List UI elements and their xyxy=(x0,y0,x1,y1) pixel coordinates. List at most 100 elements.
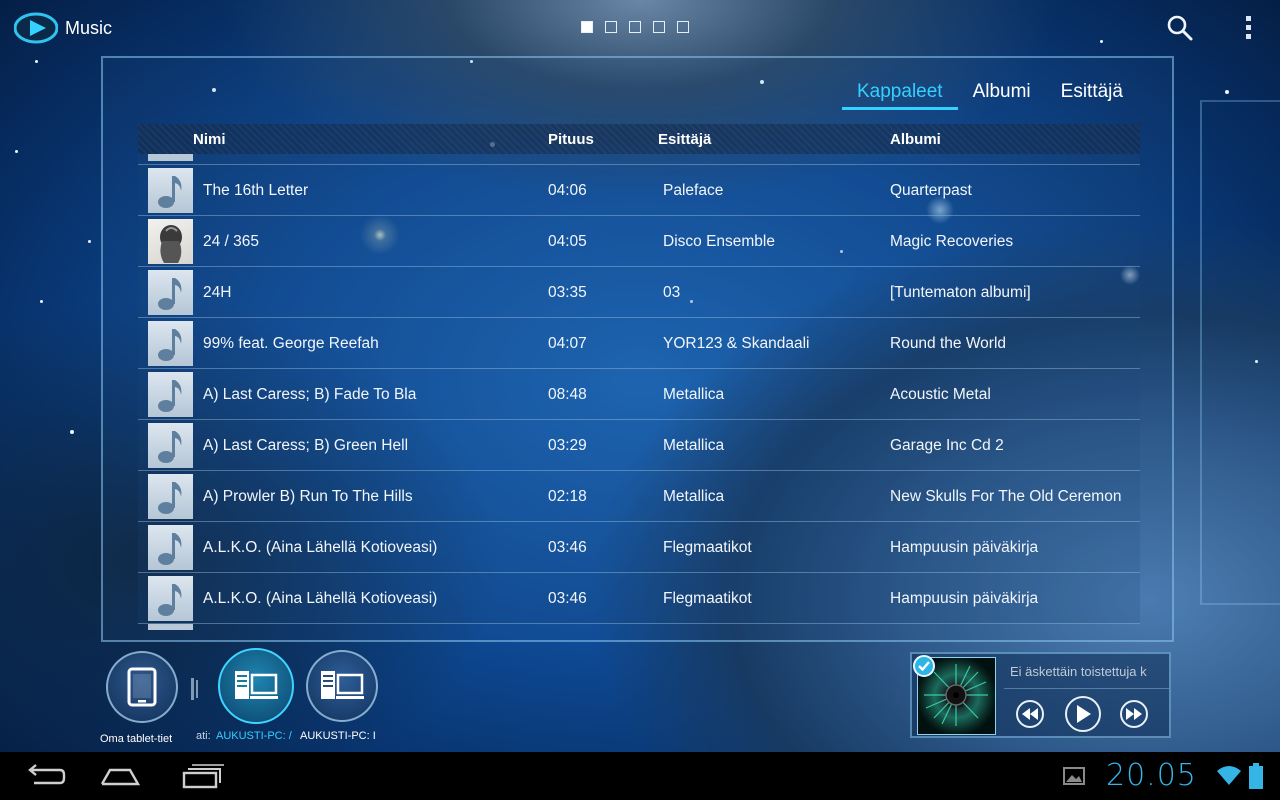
table-row[interactable]: 24H 03:35 03 [Tuntematon albumi] xyxy=(138,267,1140,318)
song-title: A) Last Caress; B) Fade To Bla xyxy=(203,386,417,403)
music-note-icon xyxy=(157,379,181,412)
song-album: Garage Inc Cd 2 xyxy=(890,437,1004,454)
column-header-length[interactable]: Pituus xyxy=(548,131,594,148)
device-tablet-button[interactable] xyxy=(106,651,178,723)
tab-artists[interactable]: Esittäjä xyxy=(1046,78,1138,110)
song-artist: Flegmaatikot xyxy=(663,590,752,607)
play-logo-icon[interactable] xyxy=(13,12,59,44)
back-icon[interactable] xyxy=(22,762,66,790)
music-note-thumbnail xyxy=(148,270,193,315)
music-note-icon xyxy=(157,277,181,310)
music-note-thumbnail xyxy=(148,321,193,366)
page-indicator xyxy=(581,21,689,33)
page-dot-2[interactable] xyxy=(605,21,617,33)
next-icon xyxy=(1126,708,1142,720)
album-cover-icon xyxy=(160,225,182,263)
previous-icon xyxy=(1022,708,1038,720)
album-thumbnail xyxy=(148,219,193,264)
table-row[interactable]: A) Prowler B) Run To The Hills 02:18 Metal… xyxy=(138,471,1140,522)
table-header: Nimi Pituus Esittäjä Albumi xyxy=(138,124,1140,154)
table-row[interactable]: A.L.K.O. (Aina Lähellä Kotioveasi) 03:46 F… xyxy=(138,522,1140,573)
music-note-icon xyxy=(157,481,181,514)
battery-icon xyxy=(1249,763,1263,789)
play-button[interactable] xyxy=(1065,696,1101,732)
song-length: 03:35 xyxy=(548,284,587,301)
song-title: 24 / 365 xyxy=(203,233,260,250)
song-album: Quarterpast xyxy=(890,182,972,199)
device-divider xyxy=(185,676,205,704)
side-panel-frame xyxy=(1200,100,1280,605)
column-header-album[interactable]: Albumi xyxy=(890,131,941,148)
now-playing-widget: Ei äskettäin toistettuja k xyxy=(910,652,1171,738)
status-clock: 20.05 xyxy=(1106,758,1197,793)
overflow-menu-icon[interactable] xyxy=(1240,16,1256,42)
home-icon[interactable] xyxy=(98,762,142,790)
song-title: 99% feat. George Reefah xyxy=(203,335,379,352)
song-length: 04:06 xyxy=(548,182,587,199)
song-length: 03:29 xyxy=(548,437,587,454)
device-selector: Oma tablet-tiet ati: AUKUSTI-PC: / AUKUS… xyxy=(100,648,390,748)
table-row[interactable]: A.L.K.O. (Aina Lähellä Kotioveasi) 03:46 F… xyxy=(138,573,1140,624)
song-album: Hampuusin päiväkirja xyxy=(890,539,1039,556)
song-album: Hampuusin päiväkirja xyxy=(890,590,1039,607)
song-title: A) Prowler B) Run To The Hills xyxy=(203,488,413,505)
song-length: 04:05 xyxy=(548,233,587,250)
song-album: [Tuntematon albumi] xyxy=(890,284,1031,301)
music-note-icon xyxy=(157,328,181,361)
song-length: 04:07 xyxy=(548,335,587,352)
search-icon[interactable] xyxy=(1166,14,1194,42)
previous-button[interactable] xyxy=(1016,700,1044,728)
page-dot-5[interactable] xyxy=(677,21,689,33)
songs-table[interactable]: Nimi Pituus Esittäjä Albumi The 16th Let… xyxy=(138,124,1140,630)
song-title: A.L.K.O. (Aina Lähellä Kotioveasi) xyxy=(203,590,438,607)
device-pc-2-button[interactable] xyxy=(306,650,378,722)
column-header-name[interactable]: Nimi xyxy=(193,131,226,148)
song-length: 03:46 xyxy=(548,539,587,556)
recent-apps-icon[interactable] xyxy=(180,762,224,790)
table-row[interactable]: A) Last Caress; B) Green Hell 03:29 Metall… xyxy=(138,420,1140,471)
gallery-icon[interactable] xyxy=(1063,767,1085,785)
song-artist: Metallica xyxy=(663,386,725,403)
page-dot-4[interactable] xyxy=(653,21,665,33)
song-album: New Skulls For The Old Ceremon xyxy=(890,488,1122,505)
music-note-thumbnail xyxy=(148,576,193,621)
tab-songs[interactable]: Kappaleet xyxy=(842,78,958,110)
device-pc-1-button[interactable] xyxy=(218,648,294,724)
song-artist: YOR123 & Skandaali xyxy=(663,335,810,352)
tab-albums[interactable]: Albumi xyxy=(958,78,1046,110)
pc-server-icon xyxy=(321,671,364,699)
song-artist: 03 xyxy=(663,284,681,301)
music-note-icon xyxy=(157,532,181,565)
play-icon xyxy=(1077,705,1091,723)
table-row-partial xyxy=(138,624,1140,630)
divider xyxy=(1004,688,1169,689)
app-title: Music xyxy=(65,18,113,38)
table-row-partial xyxy=(138,154,1140,165)
song-length: 08:48 xyxy=(548,386,587,403)
table-row[interactable]: The 16th Letter 04:06 Paleface Quarterpast xyxy=(138,165,1140,216)
device-label-cut: ati: xyxy=(196,730,211,742)
page-dot-3[interactable] xyxy=(629,21,641,33)
checkmark-icon[interactable] xyxy=(913,655,935,677)
pc-server-icon xyxy=(235,671,278,699)
wifi-icon xyxy=(1216,764,1242,786)
system-navigation-bar xyxy=(0,752,1280,800)
music-note-icon xyxy=(157,175,181,208)
table-row[interactable]: 24 / 365 04:05 Disco Ensemble Magic Recover… xyxy=(138,216,1140,267)
song-title: 24H xyxy=(203,284,232,301)
song-length: 02:18 xyxy=(548,488,587,505)
page-dot-1[interactable] xyxy=(581,21,593,33)
song-album: Acoustic Metal xyxy=(890,386,991,403)
now-playing-status: Ei äskettäin toistettuja k xyxy=(1010,664,1147,679)
music-note-thumbnail xyxy=(148,423,193,468)
device-label-tablet: Oma tablet-tiet xyxy=(100,733,173,745)
column-header-artist[interactable]: Esittäjä xyxy=(658,131,711,148)
song-artist: Disco Ensemble xyxy=(663,233,775,250)
next-button[interactable] xyxy=(1120,700,1148,728)
music-note-thumbnail xyxy=(148,474,193,519)
song-title: A) Last Caress; B) Green Hell xyxy=(203,437,409,454)
library-tabs: Kappaleet Albumi Esittäjä xyxy=(842,78,1138,110)
song-length: 03:46 xyxy=(548,590,587,607)
table-row[interactable]: A) Last Caress; B) Fade To Bla 08:48 Metal… xyxy=(138,369,1140,420)
table-row[interactable]: 99% feat. George Reefah 04:07 YOR123 & Ska… xyxy=(138,318,1140,369)
